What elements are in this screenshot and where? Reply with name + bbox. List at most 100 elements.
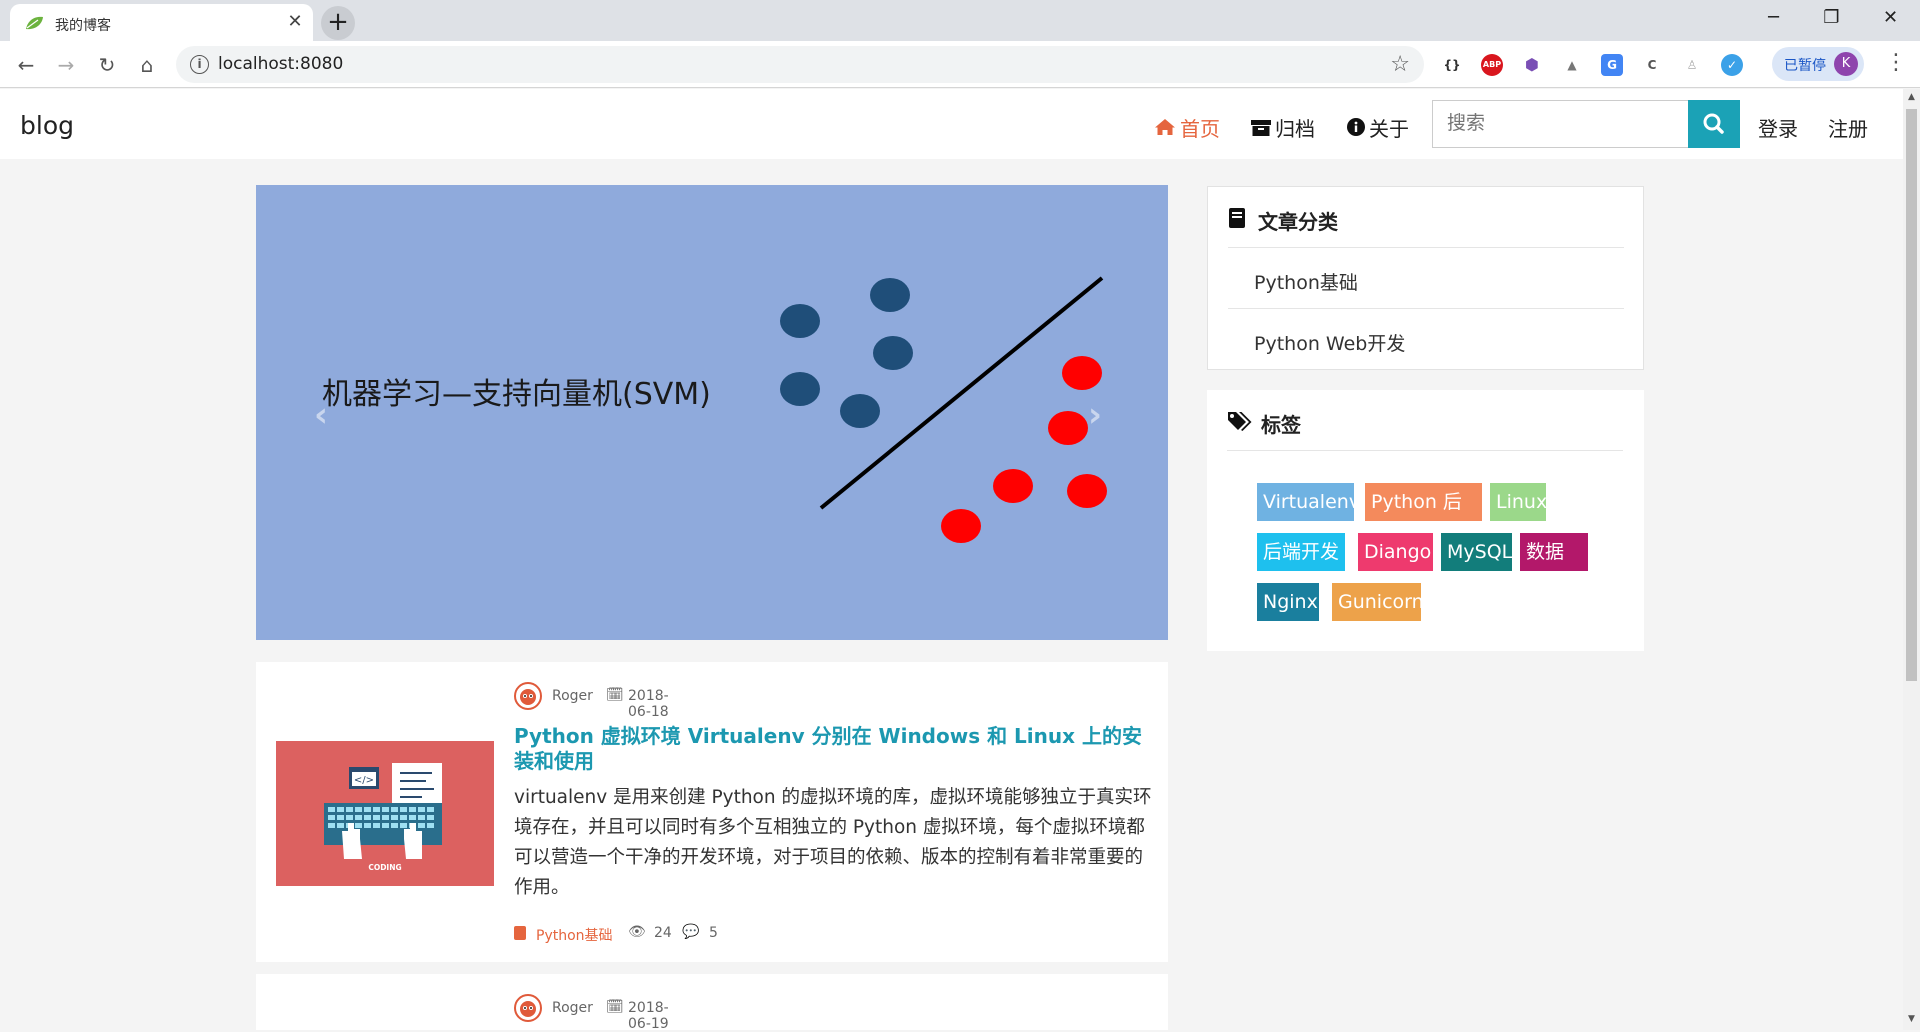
tags-title: 标签 [1261,413,1301,437]
category-item[interactable]: Python基础 [1228,248,1624,309]
carousel-caption[interactable]: 机器学习—支持向量机(SVM) [322,369,711,413]
categories-panel: 文章分类 Python基础 Python Web开发 [1207,186,1644,370]
svm-point-a [780,304,820,338]
tags-header: 标签 [1227,390,1623,451]
comments-icon: 💬 [682,924,700,940]
translate-extension-icon[interactable]: G [1601,54,1623,76]
author-name[interactable]: Roger [552,1000,593,1016]
article-date: 2018-06-19 [628,1000,669,1032]
tag-item[interactable]: Gunicorn [1332,583,1424,621]
fox-avatar-icon [520,1001,536,1017]
site-info-icon[interactable]: i [190,55,209,74]
thumb-code-text: </> [354,775,374,786]
thumb-label: CODING [368,863,401,872]
leaf-favicon-icon [26,16,43,30]
page-scrollbar[interactable]: ▲ ▼ [1903,89,1920,1030]
carousel-prev-icon[interactable]: ‹ [314,395,328,435]
svm-point-a [840,394,880,428]
categories-header: 文章分类 [1228,187,1624,248]
featured-carousel[interactable]: 机器学习—支持向量机(SVM) ‹ › [256,185,1168,640]
info-icon [1347,118,1365,136]
adblock-extension-icon[interactable]: ABP [1481,54,1503,76]
cube-extension-icon[interactable]: ⬢ [1521,54,1543,76]
article-excerpt: virtualenv 是用来创建 Python 的虚拟环境的库，虚拟环境能够独立… [514,787,1152,898]
browser-tab[interactable]: 我的博客 ✕ [10,4,313,41]
nav-about-label: 关于 [1369,117,1409,141]
category-item[interactable]: Python Web开发 [1228,309,1624,370]
bird-extension-icon[interactable]: ✓ [1721,54,1743,76]
article-title[interactable]: Python 虚拟环境 Virtualenv 分别在 Windows 和 Lin… [514,724,1154,774]
profile-status: 已暂停 [1784,58,1826,74]
forward-icon[interactable]: → [50,49,82,81]
nav-archive[interactable]: 归档 [1251,113,1315,142]
bookmark-star-icon[interactable]: ☆ [1390,52,1410,77]
svm-point-b [941,509,981,543]
article-views: 24 [654,925,672,941]
profile-paused-button[interactable]: 已暂停 K [1772,47,1864,81]
tag-item[interactable]: Python 后端 [1365,483,1482,551]
nav-archive-label: 归档 [1275,117,1315,141]
site-navbar: blog 首页 归档 关于 登录 注册 [0,89,1903,159]
search-input[interactable] [1432,100,1688,148]
tag-item[interactable]: 后端开发 [1257,533,1345,571]
tag-item[interactable]: Nginx [1257,583,1319,621]
home-button-icon[interactable]: ⌂ [131,49,163,81]
site-brand[interactable]: blog [20,111,74,140]
nav-about[interactable]: 关于 [1347,113,1409,142]
svm-separating-line [819,276,1104,510]
json-extension-icon[interactable]: {} [1441,54,1463,76]
svm-point-a [780,372,820,406]
user-agent-extension-icon[interactable]: ♙ [1681,54,1703,76]
lighthouse-extension-icon[interactable]: ▲ [1561,54,1583,76]
svm-point-b [1067,474,1107,508]
browser-tab-strip: 我的博客 ✕ + ─ ❐ ✕ [0,0,1920,41]
author-avatar[interactable] [514,994,542,1022]
svm-point-a [870,278,910,312]
svm-point-b [1048,411,1088,445]
scroll-down-arrow-icon[interactable]: ▼ [1903,1011,1920,1027]
nav-home-label: 首页 [1180,117,1220,141]
search-button[interactable] [1688,100,1740,148]
carousel-next-icon[interactable]: › [1088,395,1102,435]
tags-icon [1228,412,1252,431]
window-close-icon[interactable]: ✕ [1862,0,1919,36]
minimize-icon[interactable]: ─ [1745,0,1802,36]
browser-menu-icon[interactable]: ⋮ [1885,50,1907,75]
new-tab-button[interactable]: + [321,6,355,40]
coding-illustration-icon: </> CODING [324,763,442,872]
tab-title: 我的博客 [55,18,111,34]
fox-avatar-icon [520,689,536,705]
eye-icon: 👁 [628,924,646,940]
nav-home[interactable]: 首页 [1154,113,1220,142]
book-icon [514,926,526,940]
svm-point-a [873,336,913,370]
tag-item[interactable]: 数据库 [1520,533,1588,601]
article-comments: 5 [709,925,718,941]
address-bar[interactable]: i localhost:8080 ☆ [176,46,1424,83]
restore-icon[interactable]: ❐ [1803,0,1860,36]
tag-item[interactable]: Virtualenv [1257,483,1360,521]
url-text[interactable]: localhost:8080 [218,54,343,74]
code-extension-icon[interactable]: C [1641,54,1663,76]
article-card: Roger 🗓 2018-06-19 [256,974,1168,1032]
author-avatar[interactable] [514,682,542,710]
scrollbar-thumb[interactable] [1906,109,1917,681]
calendar-icon: 🗓 [606,687,624,703]
login-link[interactable]: 登录 [1758,113,1798,142]
register-link[interactable]: 注册 [1828,113,1868,142]
tag-item[interactable]: Linux [1490,483,1547,521]
article-thumbnail[interactable]: </> CODING [276,741,494,886]
back-icon[interactable]: ← [10,49,42,81]
calendar-icon: 🗓 [606,999,624,1015]
tag-item[interactable]: Diango [1358,533,1433,571]
article-footer: Python基础 👁 24 💬 5 [514,924,1154,944]
reload-icon[interactable]: ↻ [91,49,123,81]
author-name[interactable]: Roger [552,688,593,704]
browser-toolbar: ← → ↻ ⌂ i localhost:8080 ☆ {} ABP ⬢ ▲ G … [0,41,1920,88]
tab-close-icon[interactable]: ✕ [283,10,307,34]
scroll-up-arrow-icon[interactable]: ▲ [1903,89,1920,105]
article-category[interactable]: Python基础 [536,925,613,945]
tag-item[interactable]: MySQL [1441,533,1512,571]
home-icon [1155,119,1175,135]
book-icon [1229,208,1245,228]
